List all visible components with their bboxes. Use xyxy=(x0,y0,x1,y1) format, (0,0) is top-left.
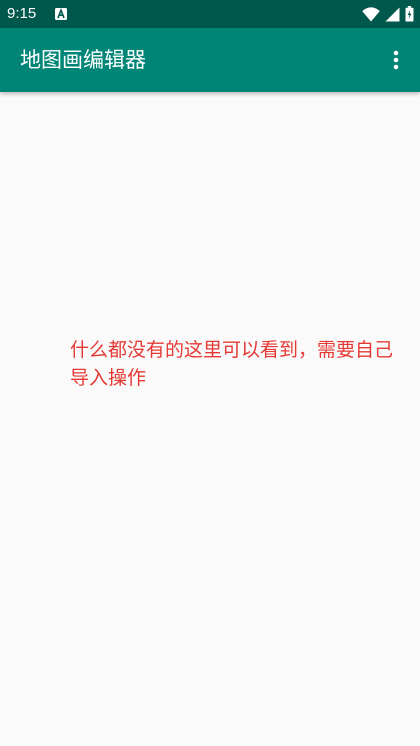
more-vert-icon xyxy=(393,50,399,70)
wifi-icon xyxy=(362,6,380,21)
main-content: 什么都没有的这里可以看到，需要自己导入操作 xyxy=(0,92,420,746)
app-bar: 地图画编辑器 xyxy=(0,28,420,92)
overflow-menu-button[interactable] xyxy=(382,44,410,76)
status-icons xyxy=(362,6,414,22)
empty-state-message: 什么都没有的这里可以看到，需要自己导入操作 xyxy=(70,339,394,389)
a-letter-icon xyxy=(55,8,67,20)
battery-icon xyxy=(405,6,414,22)
status-time: 9:15 xyxy=(7,5,37,22)
status-bar: 9:15 xyxy=(0,0,420,28)
page-title: 地图画编辑器 xyxy=(20,48,146,72)
cell-signal-icon xyxy=(385,7,400,21)
